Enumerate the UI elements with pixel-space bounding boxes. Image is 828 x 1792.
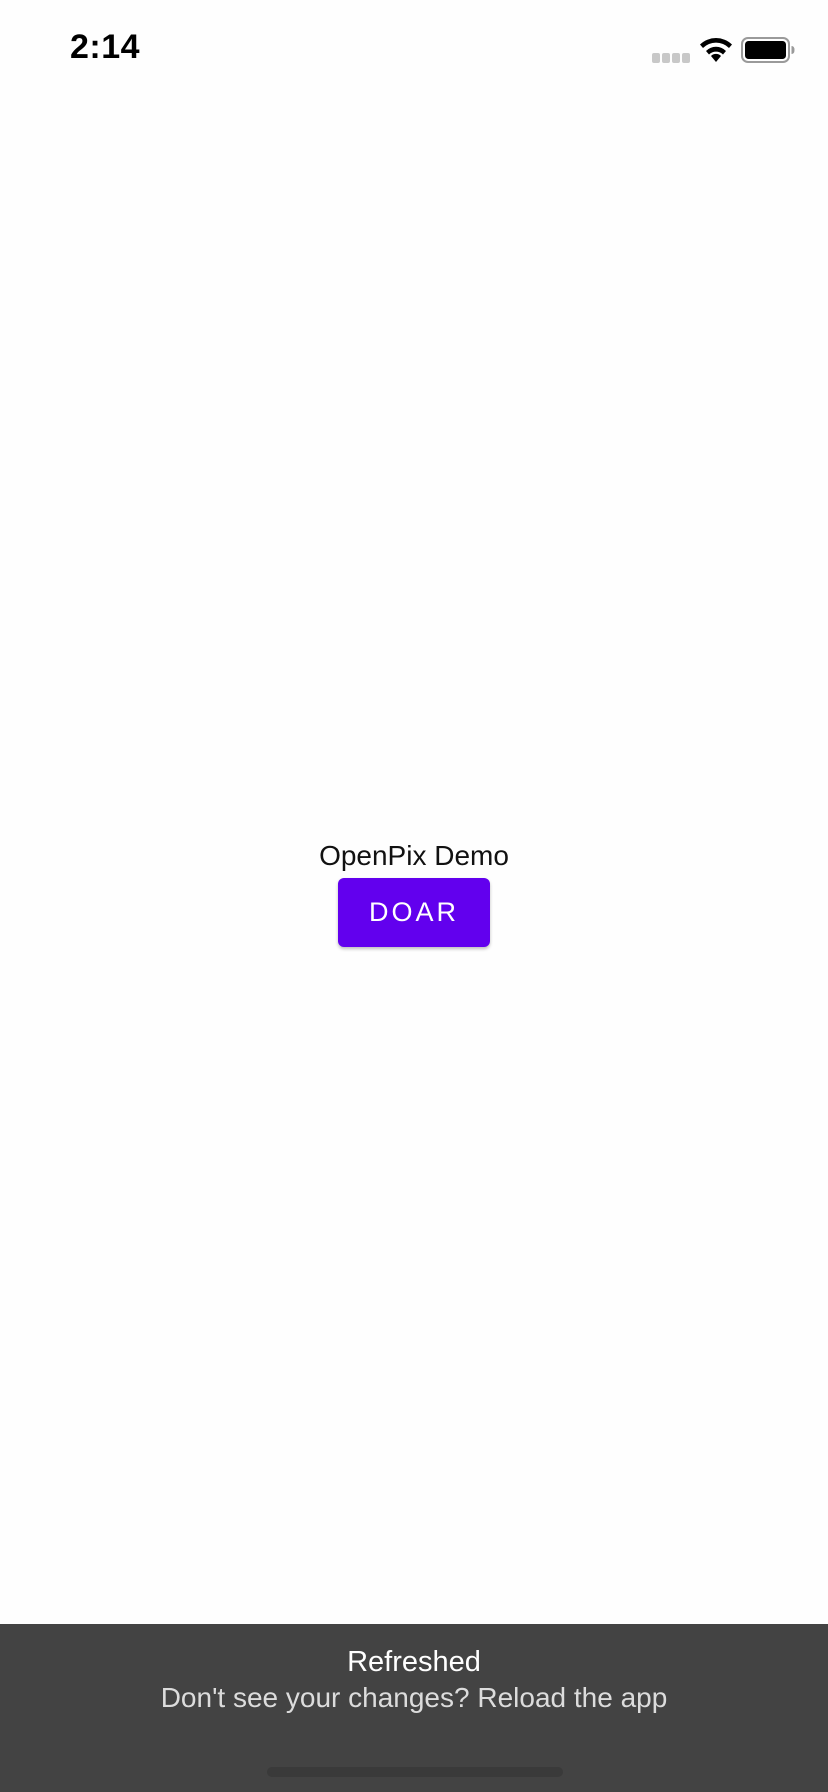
- donate-button[interactable]: DOAR: [338, 878, 490, 947]
- toast-title: Refreshed: [347, 1646, 481, 1678]
- wifi-icon: [700, 38, 732, 62]
- cellular-signal-icon: [652, 53, 690, 63]
- refresh-toast[interactable]: Refreshed Don't see your changes? Reload…: [0, 1624, 828, 1792]
- toast-message: Don't see your changes? Reload the app: [160, 1682, 668, 1713]
- battery-icon: [741, 37, 795, 63]
- status-bar: 2:14: [0, 0, 828, 100]
- home-indicator[interactable]: [267, 1767, 563, 1777]
- app-screen: 2:14 OpenPix Demo DOAR Refreshed Don't s…: [0, 0, 828, 1792]
- status-time: 2:14: [70, 28, 141, 66]
- page-title: OpenPix Demo: [319, 840, 509, 871]
